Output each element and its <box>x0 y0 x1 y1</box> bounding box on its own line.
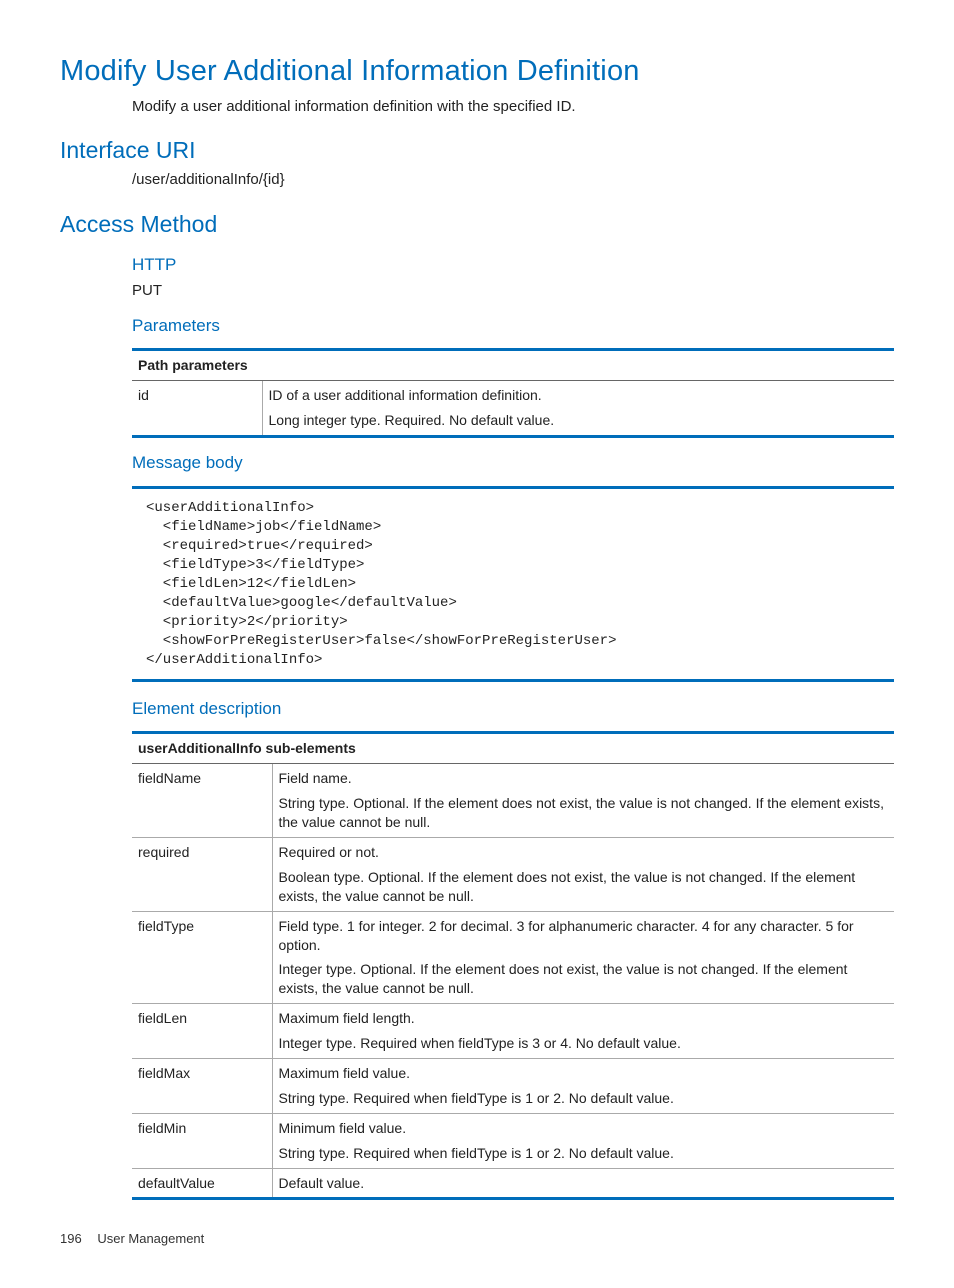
path-parameters-table: Path parameters id ID of a user addition… <box>132 348 894 438</box>
parameters-heading: Parameters <box>132 315 894 338</box>
param-desc-line: Long integer type. Required. No default … <box>269 411 889 430</box>
table-row: id ID of a user additional information d… <box>132 380 894 436</box>
access-method-heading: Access Method <box>60 209 894 240</box>
desc-line: Integer type. Required when fieldType is… <box>279 1034 889 1053</box>
table-row: fieldName Field name. String type. Optio… <box>132 764 894 838</box>
desc-line: Required or not. <box>279 843 889 862</box>
table-row: fieldLen Maximum field length. Integer t… <box>132 1004 894 1059</box>
message-body-code: <userAdditionalInfo> <fieldName>job</fie… <box>132 486 894 682</box>
desc-line: Field type. 1 for integer. 2 for decimal… <box>279 917 889 955</box>
page-number: 196 <box>60 1231 82 1246</box>
message-body-heading: Message body <box>132 452 894 475</box>
desc-line: Maximum field length. <box>279 1009 889 1028</box>
desc-line: Minimum field value. <box>279 1119 889 1138</box>
desc-line: Boolean type. Optional. If the element d… <box>279 868 889 906</box>
element-desc: Maximum field value. String type. Requir… <box>272 1059 894 1114</box>
element-desc: Default value. <box>272 1168 894 1199</box>
page-footer: 196 User Management <box>60 1230 894 1248</box>
element-desc: Field name. String type. Optional. If th… <box>272 764 894 838</box>
desc-line: Maximum field value. <box>279 1064 889 1083</box>
interface-uri-heading: Interface URI <box>60 135 894 166</box>
element-desc: Maximum field length. Integer type. Requ… <box>272 1004 894 1059</box>
table-header: Path parameters <box>132 349 894 380</box>
table-row: required Required or not. Boolean type. … <box>132 837 894 911</box>
page-description: Modify a user additional information def… <box>132 97 894 117</box>
table-row: fieldMax Maximum field value. String typ… <box>132 1059 894 1114</box>
footer-section: User Management <box>97 1231 204 1246</box>
desc-line: Default value. <box>279 1174 889 1193</box>
element-description-heading: Element description <box>132 698 894 721</box>
element-name: fieldLen <box>132 1004 272 1059</box>
element-name: defaultValue <box>132 1168 272 1199</box>
sub-elements-table: userAdditionalInfo sub-elements fieldNam… <box>132 731 894 1200</box>
desc-line: String type. Required when fieldType is … <box>279 1089 889 1108</box>
http-heading: HTTP <box>132 254 894 277</box>
param-name: id <box>132 380 262 436</box>
table-header: userAdditionalInfo sub-elements <box>132 733 894 764</box>
table-row: defaultValue Default value. <box>132 1168 894 1199</box>
desc-line: Integer type. Optional. If the element d… <box>279 960 889 998</box>
element-name: fieldName <box>132 764 272 838</box>
page-title: Modify User Additional Information Defin… <box>60 52 894 91</box>
desc-line: String type. Optional. If the element do… <box>279 794 889 832</box>
table-row: fieldType Field type. 1 for integer. 2 f… <box>132 911 894 1004</box>
param-desc-line: ID of a user additional information defi… <box>269 386 889 405</box>
element-name: required <box>132 837 272 911</box>
http-method: PUT <box>132 281 894 301</box>
element-name: fieldMin <box>132 1113 272 1168</box>
element-desc: Minimum field value. String type. Requir… <box>272 1113 894 1168</box>
param-desc: ID of a user additional information defi… <box>262 380 894 436</box>
element-desc: Required or not. Boolean type. Optional.… <box>272 837 894 911</box>
interface-uri-value: /user/additionalInfo/{id} <box>132 170 894 190</box>
element-name: fieldMax <box>132 1059 272 1114</box>
element-name: fieldType <box>132 911 272 1004</box>
element-desc: Field type. 1 for integer. 2 for decimal… <box>272 911 894 1004</box>
desc-line: String type. Required when fieldType is … <box>279 1144 889 1163</box>
desc-line: Field name. <box>279 769 889 788</box>
table-row: fieldMin Minimum field value. String typ… <box>132 1113 894 1168</box>
